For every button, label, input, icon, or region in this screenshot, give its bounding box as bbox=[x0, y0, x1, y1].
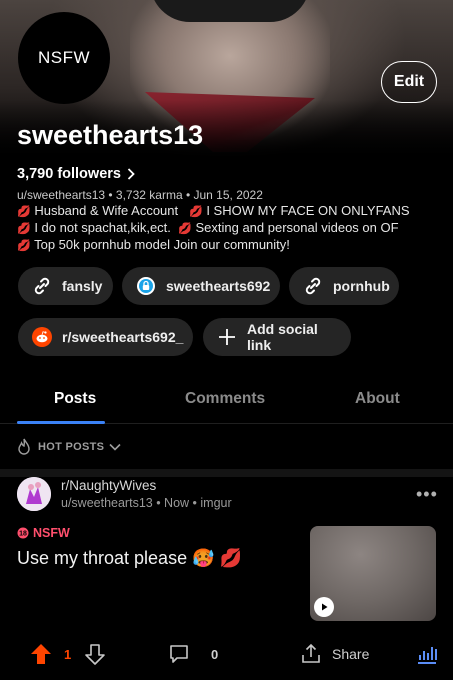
share-icon bbox=[302, 643, 320, 663]
edit-profile-button[interactable]: Edit bbox=[381, 61, 437, 103]
subreddit-avatar[interactable] bbox=[17, 477, 51, 511]
social-link-reddit[interactable]: r/sweethearts692_ bbox=[18, 318, 193, 356]
active-tab-indicator bbox=[17, 421, 105, 424]
social-link-pornhub[interactable]: pornhub bbox=[289, 267, 399, 305]
post-thumbnail[interactable] bbox=[310, 526, 436, 621]
post-title[interactable]: Use my throat please 🥵 💋 bbox=[17, 548, 242, 569]
profile-bio: 💋 Husband & Wife Account 💋 I SHOW MY FAC… bbox=[17, 203, 437, 254]
post-subreddit[interactable]: r/NaughtyWives bbox=[61, 478, 156, 493]
profile-username: sweethearts13 bbox=[17, 120, 204, 150]
upvote-arrow-icon bbox=[31, 644, 51, 664]
bio-line: 💋 I do not spachat,kik,ect. 💋 Sexting an… bbox=[17, 220, 399, 235]
insights-button[interactable] bbox=[416, 636, 438, 672]
sort-selector[interactable]: HOT POSTS bbox=[0, 425, 453, 469]
sort-label: HOT POSTS bbox=[38, 441, 105, 453]
bio-line: 💋 Husband & Wife Account 💋 I SHOW MY FAC… bbox=[17, 203, 410, 218]
add-social-link-button[interactable]: Add social link bbox=[203, 318, 351, 356]
kiss-icon: 💋 bbox=[188, 206, 203, 218]
tab-posts[interactable]: Posts bbox=[54, 390, 96, 408]
play-icon bbox=[314, 597, 334, 617]
profile-tabs: Posts Comments About bbox=[0, 380, 453, 424]
profile-avatar[interactable]: NSFW bbox=[18, 12, 110, 104]
upvote-button[interactable] bbox=[29, 636, 53, 672]
chevron-right-icon bbox=[127, 168, 135, 180]
more-options-icon[interactable]: ••• bbox=[416, 484, 438, 505]
kiss-icon: 💋 bbox=[178, 223, 192, 235]
flame-icon bbox=[18, 438, 30, 455]
post-title-emojis: 🥵 💋 bbox=[192, 548, 242, 568]
plus-icon bbox=[217, 327, 237, 347]
comment-count: 0 bbox=[211, 646, 219, 662]
nsfw-badge: 18 NSFW bbox=[17, 526, 70, 540]
share-label: Share bbox=[332, 646, 370, 662]
reddit-icon bbox=[32, 327, 52, 347]
tab-about[interactable]: About bbox=[355, 390, 400, 408]
kiss-icon: 💋 bbox=[17, 206, 31, 218]
downvote-arrow-icon bbox=[85, 644, 105, 665]
bio-line: 💋 Top 50k pornhub model Join our communi… bbox=[17, 237, 290, 252]
share-button[interactable]: Share bbox=[300, 636, 369, 672]
kiss-icon: 💋 bbox=[17, 223, 31, 235]
avatar-text: NSFW bbox=[37, 48, 91, 67]
section-divider bbox=[0, 469, 453, 477]
followers-link[interactable]: 3,790 followers bbox=[17, 166, 135, 182]
link-icon bbox=[303, 276, 323, 296]
onlyfans-lock-icon bbox=[136, 276, 156, 296]
nsfw-icon: 18 bbox=[17, 527, 29, 539]
comment-icon bbox=[170, 645, 188, 663]
post-meta: u/sweethearts13 • Now • imgur bbox=[61, 496, 232, 510]
social-link-onlyfans[interactable]: sweethearts692 bbox=[122, 267, 280, 305]
chevron-down-icon bbox=[109, 443, 121, 451]
followers-count: 3,790 followers bbox=[17, 166, 121, 182]
vote-count: 1 bbox=[64, 646, 72, 662]
insights-bars-icon bbox=[418, 647, 437, 664]
social-link-fansly[interactable]: fansly bbox=[18, 267, 113, 305]
downvote-button[interactable] bbox=[84, 636, 106, 672]
tab-comments[interactable]: Comments bbox=[185, 390, 265, 408]
comment-button[interactable] bbox=[168, 636, 190, 672]
profile-meta: u/sweethearts13 • 3,732 karma • Jun 15, … bbox=[17, 188, 263, 202]
post-action-bar: 1 0 Share bbox=[0, 636, 453, 672]
svg-text:18: 18 bbox=[19, 531, 27, 538]
kiss-icon: 💋 bbox=[17, 240, 31, 252]
link-icon bbox=[32, 276, 52, 296]
